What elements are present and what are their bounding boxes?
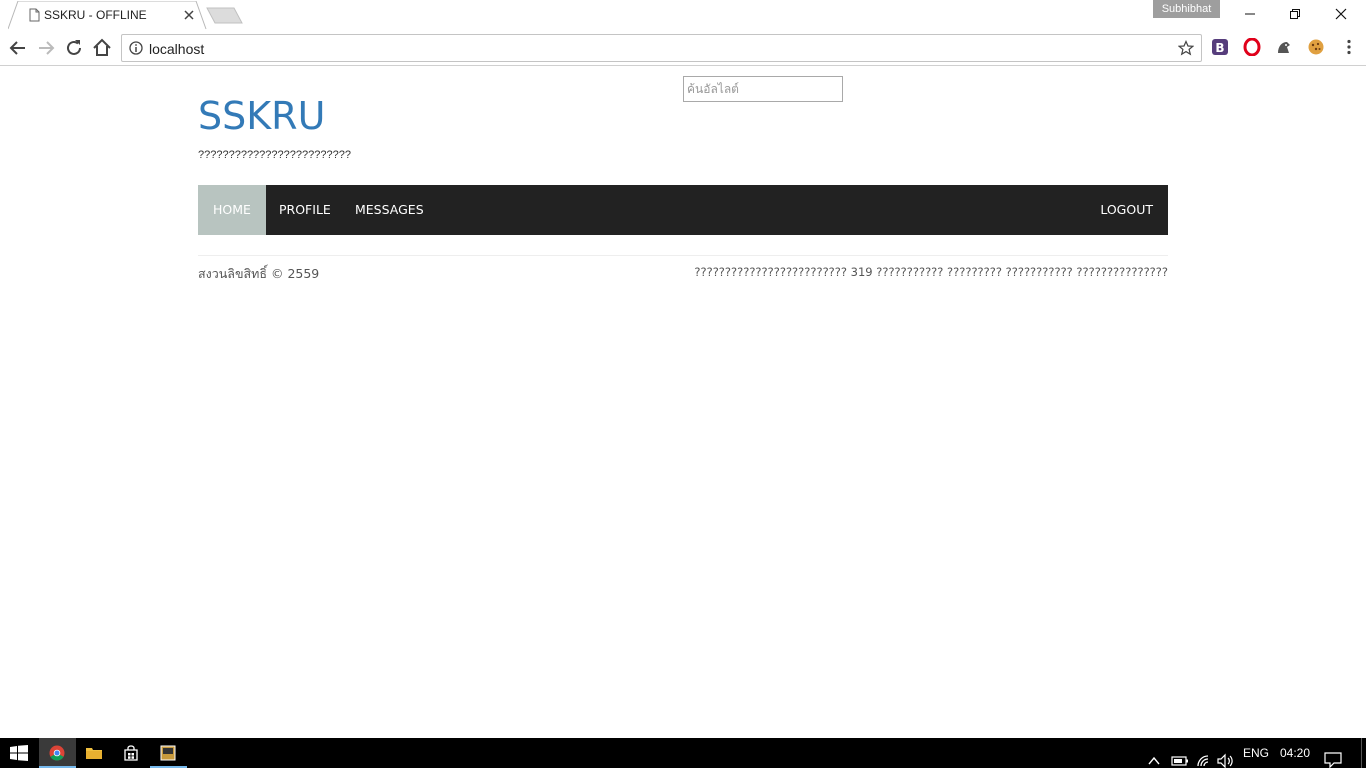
nav-messages[interactable]: MESSAGES — [340, 185, 439, 235]
nav-home[interactable]: HOME — [198, 185, 266, 235]
forward-arrow-icon[interactable] — [35, 37, 57, 59]
footer-copyright: สงวนลิขสิทธิ์ © 2559 — [198, 266, 320, 281]
clock[interactable]: 04:20 — [1280, 738, 1310, 768]
taskbar-store[interactable] — [113, 738, 150, 768]
taskbar-chrome[interactable] — [39, 738, 76, 768]
start-button[interactable] — [0, 738, 37, 768]
profile-badge[interactable]: Subhibhat — [1153, 0, 1220, 18]
volume-icon[interactable] — [1217, 746, 1235, 776]
page-icon — [29, 8, 40, 22]
address-bar[interactable]: localhost — [121, 34, 1202, 62]
wifi-icon[interactable] — [1196, 746, 1212, 776]
browser-titlebar: SSKRU - OFFLINE Subhibhat — [0, 0, 1366, 30]
browser-tab[interactable]: SSKRU - OFFLINE — [8, 1, 208, 30]
chrome-icon — [49, 745, 65, 761]
store-icon — [124, 745, 138, 761]
minimize-button[interactable] — [1227, 0, 1273, 28]
reload-icon[interactable] — [63, 37, 85, 59]
minimize-icon — [1245, 13, 1255, 15]
close-window-button[interactable] — [1318, 0, 1364, 28]
folder-icon — [86, 748, 102, 759]
windows-logo-icon — [10, 745, 28, 761]
opera-extension-icon[interactable] — [1243, 38, 1261, 56]
footer-address: ????????????????????????? 319 ??????????… — [694, 265, 1168, 279]
browser-toolbar: localhost B — [0, 30, 1366, 66]
windows-taskbar: ENG 04:20 — [0, 738, 1366, 769]
app-icon — [160, 745, 176, 761]
menu-dots-icon[interactable] — [1340, 38, 1358, 56]
back-arrow-icon[interactable] — [7, 37, 29, 59]
chevron-up-icon[interactable] — [1147, 746, 1161, 776]
input-language[interactable]: ENG — [1243, 738, 1269, 768]
taskbar-app[interactable] — [150, 738, 187, 768]
close-icon — [1335, 8, 1347, 20]
tab-close-icon[interactable] — [182, 8, 196, 22]
main-navbar: HOME PROFILE MESSAGES LOGOUT — [198, 185, 1168, 235]
bootstrap-extension-icon[interactable]: B — [1211, 38, 1229, 56]
restore-icon — [1290, 9, 1300, 19]
footer-divider — [198, 255, 1168, 256]
show-desktop-button[interactable] — [1361, 738, 1366, 768]
battery-icon[interactable] — [1171, 746, 1189, 776]
url-text: localhost — [149, 41, 205, 57]
svg-text:B: B — [1215, 41, 1224, 55]
new-tab-button[interactable] — [206, 6, 244, 25]
home-icon[interactable] — [91, 37, 113, 59]
notifications-icon[interactable] — [1324, 745, 1342, 775]
site-subtitle: ????????????????????????? — [198, 149, 351, 161]
search-input[interactable] — [683, 76, 843, 102]
cookie-extension-icon[interactable] — [1307, 38, 1325, 56]
page-content: SSKRU ????????????????????????? HOME PRO… — [0, 67, 1366, 738]
nav-logout[interactable]: LOGOUT — [1085, 185, 1168, 235]
nav-profile[interactable]: PROFILE — [264, 185, 346, 235]
badger-extension-icon[interactable] — [1275, 38, 1293, 56]
bookmark-star-icon[interactable] — [1178, 40, 1194, 56]
tab-title: SSKRU - OFFLINE — [44, 8, 147, 22]
info-icon[interactable] — [129, 41, 143, 55]
taskbar-file-explorer[interactable] — [76, 738, 113, 768]
site-title[interactable]: SSKRU — [198, 94, 325, 138]
restore-button[interactable] — [1272, 0, 1318, 28]
